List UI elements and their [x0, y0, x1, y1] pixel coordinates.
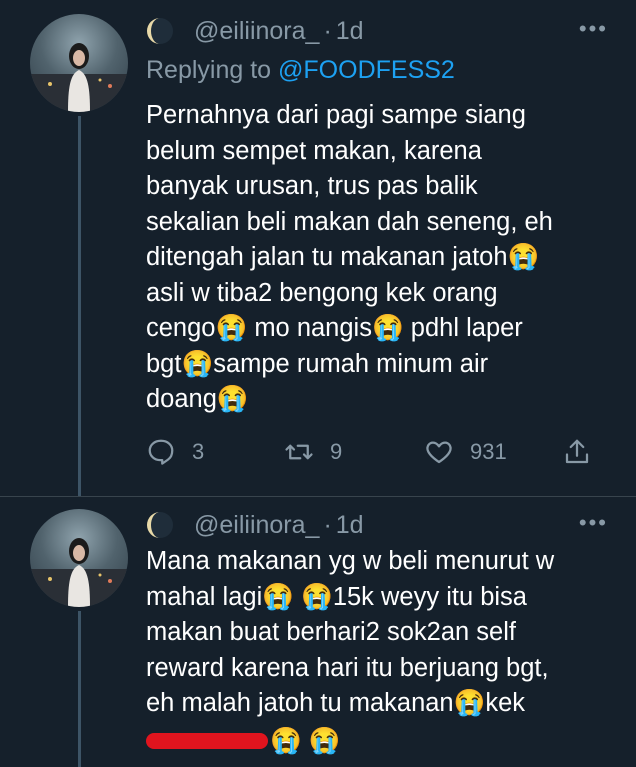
timestamp[interactable]: 1d	[336, 17, 364, 46]
tweet-text-line: asli w tiba2 bengong kek orang	[146, 278, 498, 307]
avatar[interactable]	[30, 14, 128, 112]
retweet-icon	[285, 444, 313, 460]
tweet-text-line: sekalian beli makan dah seneng, eh	[146, 207, 553, 236]
reply-button[interactable]: 3	[146, 434, 204, 470]
tweet-text-line: Pernahnya dari pagi sampe siang	[146, 101, 526, 129]
thread-line	[78, 116, 81, 496]
more-options-icon[interactable]: •••	[579, 16, 608, 42]
avatar[interactable]	[30, 509, 128, 607]
reply-icon	[148, 439, 174, 465]
crescent-moon-icon	[146, 17, 174, 45]
separator-dot: ·	[323, 16, 332, 45]
like-button[interactable]: 931	[424, 434, 507, 470]
like-count: 931	[470, 439, 507, 464]
tweet-text-line: makan buat berhari2 sok2an self	[146, 618, 516, 646]
tweet-text-line: cengo😭 mo nangis😭 pdhl laper	[146, 314, 523, 342]
replying-to: Replying to @FOODFESS2	[146, 56, 455, 85]
heart-icon	[426, 441, 452, 464]
reply-count: 3	[192, 439, 205, 464]
tweet-text: Mana makanan yg w beli menurut w mahal l…	[146, 544, 608, 722]
crescent-moon-icon	[146, 511, 174, 539]
tweet-text-line: belum sempet makan, karena	[146, 136, 482, 165]
redaction-mark	[146, 733, 268, 749]
tweet-text-line: mahal lagi😭 😭15k weyy itu bisa	[146, 582, 527, 611]
share-button[interactable]	[562, 434, 608, 470]
tweet-text-line: bgt😭sampe rumah minum air	[146, 349, 489, 378]
tweet-header: @eiliinora_ · 1d	[146, 508, 364, 542]
timestamp[interactable]: 1d	[336, 511, 364, 540]
tweet-text-line: ditengah jalan tu makanan jatoh😭	[146, 243, 540, 271]
retweet-button[interactable]: 9	[284, 434, 342, 470]
tweet-text-line-cutoff: 😭 😭	[270, 727, 341, 755]
more-options-icon[interactable]: •••	[579, 510, 608, 536]
retweet-count: 9	[330, 439, 343, 464]
tweet-text-line: reward karena hari itu berjuang bgt,	[146, 653, 549, 682]
user-handle[interactable]: @eiliinora_	[194, 511, 319, 540]
tweet-text-line: doang😭	[146, 385, 249, 413]
tweet-actions: 3 9 931	[146, 434, 606, 470]
user-handle[interactable]: @eiliinora_	[194, 17, 319, 46]
thread-line	[78, 611, 81, 767]
tweet-text: Pernahnya dari pagi sampe siang belum se…	[146, 98, 608, 418]
tweet-header: @eiliinora_ · 1d	[146, 14, 364, 48]
tweet-text-line: eh malah jatoh tu makanan😭kek	[146, 689, 526, 717]
reply-prefix: Replying to	[146, 56, 279, 84]
share-icon	[565, 439, 589, 464]
tweet-text-line: banyak urusan, trus pas balik	[146, 172, 478, 200]
tweet-text-line: Mana makanan yg w beli menurut w	[146, 547, 555, 575]
separator-dot: ·	[323, 510, 332, 539]
reply-mention-link[interactable]: @FOODFESS2	[278, 56, 455, 84]
